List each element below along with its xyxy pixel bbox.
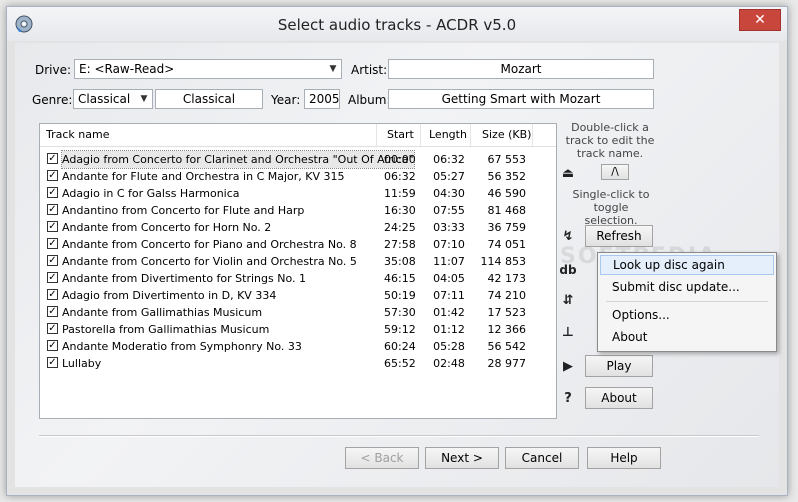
next-button[interactable]: Next > (425, 447, 499, 469)
checkbox[interactable]: ✓ (47, 221, 58, 232)
edit-hint: Double-click a track to edit the track n… (565, 121, 655, 160)
column-length[interactable]: Length (429, 128, 467, 141)
help-button[interactable]: Help (587, 447, 661, 469)
table-row[interactable]: ✓ Adagio in C for Galss Harmonica 11:59 04:… (40, 185, 556, 202)
menu-item-submit-update[interactable]: Submit disc update... (600, 277, 774, 297)
footer-divider (39, 435, 759, 437)
reverse-selection-button[interactable]: /\ (601, 164, 629, 180)
artist-label: Artist: (351, 63, 388, 77)
checkbox[interactable]: ✓ (47, 340, 58, 351)
table-row[interactable]: ✓ Andante from Gallimathias Musicum 57:30 0… (40, 304, 556, 321)
menu-item-about[interactable]: About (600, 327, 774, 347)
cancel-button[interactable]: Cancel (505, 447, 579, 469)
table-row[interactable]: ✓ Andantino from Concerto for Flute and H… (40, 202, 556, 219)
column-start[interactable]: Start (387, 128, 414, 141)
checkbox[interactable]: ✓ (47, 306, 58, 317)
context-menu: Look up disc again Submit disc update...… (597, 252, 777, 352)
checkbox[interactable]: ✓ (47, 289, 58, 300)
back-button[interactable]: < Back (345, 447, 419, 469)
year-field[interactable]: 2005 (304, 89, 340, 109)
menu-item-options[interactable]: Options... (600, 305, 774, 325)
sort-icon[interactable]: ⇵ (559, 293, 577, 308)
drive-select[interactable]: E: <Raw-Read> ▼ (74, 59, 342, 79)
track-rows: ✓ Adagio from Concerto for Clarinet and O… (40, 150, 556, 372)
checkbox[interactable]: ✓ (47, 255, 58, 266)
close-button[interactable]: ✕ (739, 9, 781, 31)
checkbox[interactable]: ✓ (47, 357, 58, 368)
table-row[interactable]: ✓ Andante from Concerto for Horn No. 2 24:… (40, 219, 556, 236)
checkbox[interactable]: ✓ (47, 153, 58, 164)
genre-text-field[interactable]: Classical (155, 89, 263, 109)
chevron-down-icon: ▼ (140, 94, 148, 104)
album-label: Album: (348, 93, 391, 107)
refresh-icon: ↯ (562, 229, 574, 244)
table-row[interactable]: ✓ Lullaby 65:52 02:48 28 977 (40, 355, 556, 372)
column-track-name[interactable]: Track name (46, 128, 109, 141)
help-question-icon: ? (564, 391, 572, 406)
genre-label: Genre: (32, 93, 73, 107)
table-row[interactable]: ✓ Andante from Concerto for Violin and Or… (40, 253, 556, 270)
track-list-header: Track name Start Length Size (KB) (40, 124, 556, 147)
table-row[interactable]: ✓ Andante from Concerto for Piano and Orc… (40, 236, 556, 253)
table-row[interactable]: ✓ Adagio from Divertimento in D, KV 334 50… (40, 287, 556, 304)
about-button[interactable]: About (585, 387, 653, 409)
play-icon: ▶ (563, 359, 573, 374)
genre-select[interactable]: Classical ▼ (73, 89, 153, 109)
eject-icon: ⏏ (561, 166, 575, 181)
checkbox[interactable]: ✓ (47, 204, 58, 215)
toggle-hint: Single-click to toggle selection. (572, 188, 650, 227)
track-list[interactable]: Track name Start Length Size (KB) ✓ Adagi… (39, 123, 557, 419)
chevron-down-icon: ▼ (329, 64, 337, 74)
menu-separator (606, 301, 768, 302)
extract-icon[interactable]: ⊥ (559, 325, 577, 340)
checkbox[interactable]: ✓ (47, 272, 58, 283)
window-title: Select audio tracks - ACDR v5.0 (277, 16, 517, 34)
album-field[interactable]: Getting Smart with Mozart (388, 89, 654, 109)
checkbox[interactable]: ✓ (47, 323, 58, 334)
drive-value: E: <Raw-Read> (79, 62, 175, 76)
checkbox[interactable]: ✓ (47, 170, 58, 181)
table-row[interactable]: ✓ Pastorella from Gallimathias Musicum 59:… (40, 321, 556, 338)
menu-item-lookup-disc[interactable]: Look up disc again (600, 255, 774, 275)
drive-label: Drive: (35, 63, 72, 77)
column-size[interactable]: Size (KB) (482, 128, 531, 141)
genre-value: Classical (78, 92, 131, 106)
table-row[interactable]: ✓ Andante from Divertimento for Strings N… (40, 270, 556, 287)
title-bar: Select audio tracks - ACDR v5.0 ✕ (7, 7, 787, 41)
table-row[interactable]: ✓ Andante Moderatio from Symphonry No. 33… (40, 338, 556, 355)
year-label: Year: (271, 93, 301, 107)
play-button[interactable]: Play (585, 355, 653, 377)
table-row[interactable]: ✓ Adagio from Concerto for Clarinet and O… (40, 150, 556, 169)
table-row[interactable]: ✓ Andante for Flute and Orchestra in C Ma… (40, 168, 556, 185)
checkbox[interactable]: ✓ (47, 238, 58, 249)
checkbox[interactable]: ✓ (47, 187, 58, 198)
artist-field[interactable]: Mozart (388, 59, 654, 79)
